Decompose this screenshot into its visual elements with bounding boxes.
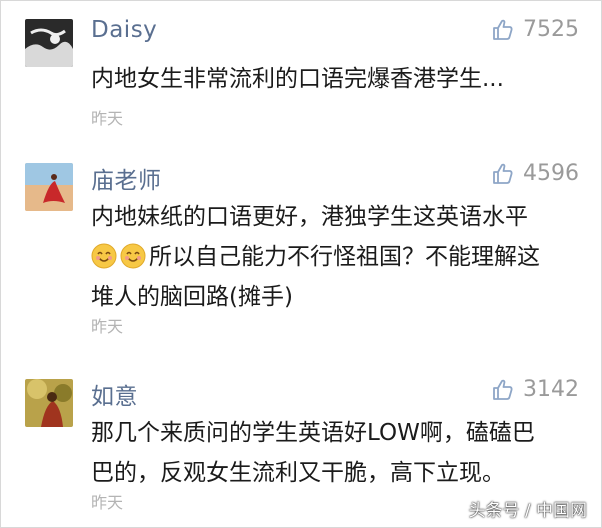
comment-text-line: 内地妹纸的口语更好，港独学生这英语水平 [91, 204, 528, 230]
comment-text-line: 堆人的脑回路(摊手) [91, 284, 293, 310]
comment-text: 那几个来质问的学生英语好LOW啊，磕磕巴 巴的，反观女生流利又干脆，高下立现。 [91, 413, 581, 493]
username[interactable]: 庙老师 [91, 161, 162, 195]
like-button[interactable]: 4596 [491, 161, 579, 186]
comment-text: 内地女生非常流利的口语完爆香港学生... [91, 59, 581, 99]
comment-time: 昨天 [91, 109, 124, 128]
username[interactable]: Daisy [91, 17, 157, 43]
thumbs-up-icon [493, 163, 513, 184]
watermark: 头条号 / 中国网 [468, 496, 587, 521]
username[interactable]: 如意 [91, 377, 138, 411]
comment-item: Daisy 7525 内地女生非常流利的口语完爆香港学生... 昨天 [1, 17, 601, 128]
thumbs-up-icon [493, 19, 513, 40]
avatar[interactable] [25, 19, 73, 67]
like-button[interactable]: 7525 [491, 17, 579, 42]
like-count: 7525 [523, 17, 579, 42]
comment-text-line: 巴的，反观女生流利又干脆，高下立现。 [91, 460, 505, 486]
like-count: 3142 [523, 377, 579, 402]
avatar[interactable] [25, 163, 73, 211]
smile-emoji-icon [91, 243, 117, 269]
comment-text-line: 所以自己能力不行怪祖国？不能理解这 [149, 244, 540, 270]
smile-emoji-icon [120, 243, 146, 269]
comment-text: 内地妹纸的口语更好，港独学生这英语水平 所以自己能力不行怪祖国？不能理解这 堆人… [91, 197, 581, 317]
avatar[interactable] [25, 379, 73, 427]
comment-time: 昨天 [91, 493, 124, 512]
thumbs-up-icon [493, 379, 513, 400]
comment-item: 庙老师 4596 内地妹纸的口语更好，港独学生这英语水平 所以自己能力不行怪祖国… [1, 161, 601, 343]
comment-time: 昨天 [91, 317, 124, 336]
like-button[interactable]: 3142 [491, 377, 579, 402]
comment-text-line: 那几个来质问的学生英语好LOW啊，磕磕巴 [91, 420, 535, 446]
watermark-text: 头条号 / 中国网 [468, 501, 587, 521]
comment-text-line: 内地女生非常流利的口语完爆香港学生... [91, 66, 504, 92]
like-count: 4596 [523, 161, 579, 186]
